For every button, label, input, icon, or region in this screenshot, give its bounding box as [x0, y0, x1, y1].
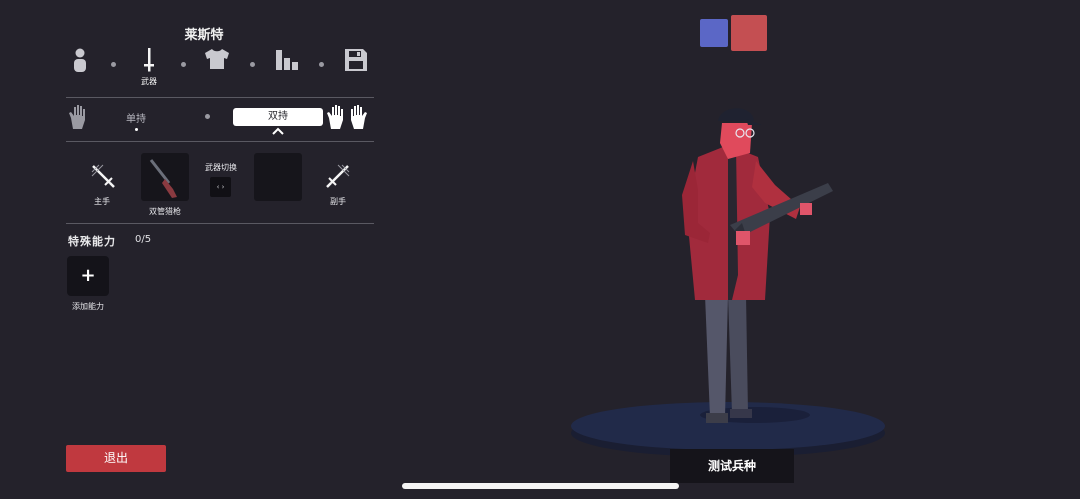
- single-grip-label[interactable]: 单持: [126, 110, 146, 125]
- add-ability-button[interactable]: +: [67, 256, 109, 296]
- right-shoe: [730, 409, 752, 418]
- left-shoe: [706, 413, 728, 423]
- editor-tabs: 武器: [62, 48, 377, 88]
- right-hand: [800, 203, 812, 215]
- left-hand: [736, 231, 750, 245]
- single-grip-indicator: [135, 128, 138, 131]
- add-ability-label: 添加能力: [72, 302, 104, 311]
- tab-stats[interactable]: [269, 48, 305, 88]
- shirt-icon: [205, 49, 229, 69]
- tab-weapons[interactable]: 武器: [131, 48, 167, 88]
- grip-separator: [205, 114, 210, 119]
- tab-save[interactable]: [338, 48, 374, 88]
- unit-name: 莱斯特: [184, 28, 224, 43]
- off-hand-label: 副手: [330, 197, 346, 206]
- tab-weapons-label: 武器: [141, 77, 157, 86]
- stats-icon: [276, 50, 298, 70]
- weapon-switch-label: 武器切换: [205, 163, 237, 172]
- team-blue-swatch[interactable]: [700, 19, 728, 47]
- tab-clothing[interactable]: [199, 48, 235, 88]
- exit-button[interactable]: 退出: [66, 445, 166, 472]
- tab-separator: [250, 62, 255, 67]
- team-red-swatch[interactable]: [731, 15, 767, 51]
- dual-hand-icon: [327, 105, 367, 129]
- abilities-title: 特殊能力: [68, 235, 116, 248]
- divider: [66, 223, 374, 224]
- home-indicator[interactable]: [402, 483, 679, 489]
- main-hand-label: 主手: [94, 197, 110, 206]
- right-leg: [728, 295, 748, 413]
- left-leg: [705, 295, 728, 417]
- person-icon: [74, 48, 86, 72]
- tab-separator: [319, 62, 324, 67]
- main-weapon-slot[interactable]: [141, 153, 189, 201]
- off-hand-weapon-slot[interactable]: [254, 153, 302, 201]
- save-icon: [345, 49, 367, 71]
- chevron-up-icon: [272, 127, 284, 135]
- off-hand-icon[interactable]: [325, 163, 351, 189]
- main-hand-icon[interactable]: [90, 163, 116, 189]
- single-hand-icon: [69, 105, 85, 129]
- weapon-name: 双管猎枪: [149, 207, 181, 216]
- test-unit-button[interactable]: 测试兵种: [670, 449, 794, 483]
- tab-unit[interactable]: [62, 48, 98, 88]
- shotgun-icon: [149, 159, 177, 198]
- tab-separator: [111, 62, 116, 67]
- cap: [718, 108, 754, 121]
- abilities-count: 0/5: [135, 234, 152, 245]
- tab-separator: [181, 62, 186, 67]
- sword-icon: [144, 48, 154, 72]
- weapon-switch-button[interactable]: ‹ ›: [210, 177, 231, 197]
- divider: [66, 141, 374, 142]
- dual-grip-option[interactable]: 双持: [233, 108, 323, 126]
- unit-preview: [571, 108, 885, 457]
- divider: [66, 97, 374, 98]
